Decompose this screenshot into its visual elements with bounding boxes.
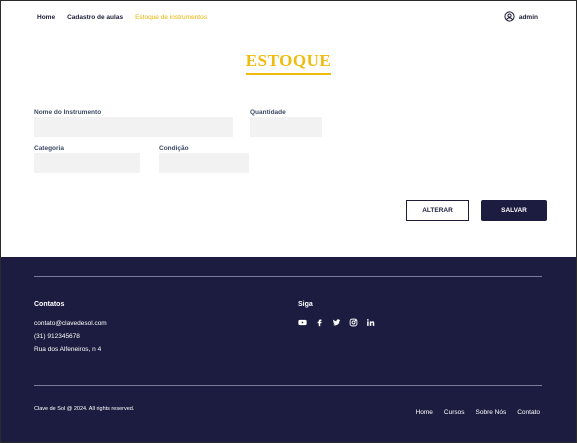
instrument-label: Nome do Instrumento	[34, 109, 102, 116]
youtube-icon[interactable]	[298, 318, 307, 327]
user-circle-icon	[504, 11, 515, 24]
footer-divider-top	[34, 276, 542, 277]
copyright-text: Clave de Sol @ 2024. All rights reserved…	[34, 406, 135, 412]
salvar-button[interactable]: SALVAR	[481, 200, 547, 221]
footer-nav: Home Cursos Sobre Nós Contato	[416, 409, 540, 416]
quantity-label: Quantidade	[250, 109, 286, 116]
quantity-input[interactable]	[250, 117, 322, 137]
footer-sobre-link[interactable]: Sobre Nós	[476, 409, 507, 416]
page-frame: Home Cadastro de aulas Estoque de instru…	[0, 0, 577, 443]
category-label: Categoria	[34, 145, 64, 152]
user-menu[interactable]: admin	[504, 11, 538, 24]
footer-divider-bottom	[34, 385, 542, 386]
condition-input[interactable]	[159, 153, 249, 173]
title-wrap: ESTOQUE	[1, 51, 576, 75]
alterar-button[interactable]: ALTERAR	[406, 200, 469, 221]
nav-cadastro-aulas-link[interactable]: Cadastro de aulas	[67, 14, 123, 21]
nav-home-link[interactable]: Home	[37, 14, 55, 21]
page-title: ESTOQUE	[245, 51, 332, 75]
social-title: Siga	[298, 301, 313, 308]
instagram-icon[interactable]	[349, 318, 358, 327]
footer-contato-link[interactable]: Contato	[517, 409, 540, 416]
contact-phone: (31) 912345678	[34, 333, 80, 340]
nav-estoque-link[interactable]: Estoque de instrumentos	[135, 14, 207, 21]
footer: Contatos contato@clavedesol.com (31) 912…	[1, 257, 576, 442]
footer-home-link[interactable]: Home	[416, 409, 433, 416]
contact-email: contato@clavedesol.com	[34, 320, 107, 327]
instrument-name-input[interactable]	[34, 117, 233, 137]
contact-address: Rua dos Alfeneiros, n 4	[34, 346, 102, 353]
condition-label: Condição	[159, 145, 189, 152]
social-links	[298, 318, 375, 327]
twitter-icon[interactable]	[332, 318, 341, 327]
category-input[interactable]	[34, 153, 140, 173]
contacts-title: Contatos	[34, 301, 65, 308]
top-nav: Home Cadastro de aulas Estoque de instru…	[37, 14, 207, 21]
facebook-icon[interactable]	[315, 318, 324, 327]
user-name: admin	[518, 14, 538, 21]
footer-cursos-link[interactable]: Cursos	[444, 409, 465, 416]
linkedin-icon[interactable]	[366, 318, 375, 327]
